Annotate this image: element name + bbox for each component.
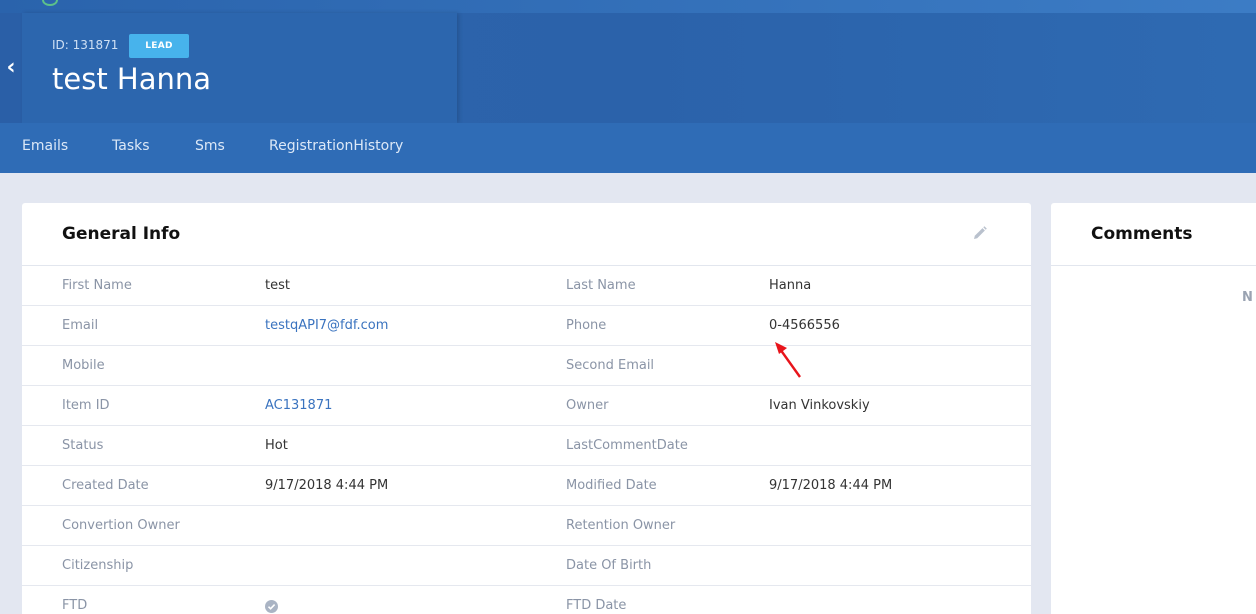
tab-emails[interactable]: Emails: [22, 138, 68, 154]
pencil-icon: [974, 226, 987, 239]
general-info-card: General Info First Name test Last Name H…: [22, 203, 1031, 614]
divider: [1051, 265, 1256, 266]
info-row-mobile: Mobile Second Email: [22, 346, 1031, 386]
comments-card: Comments N: [1051, 203, 1256, 614]
field-label: Status: [62, 438, 104, 453]
logo-icon: [42, 0, 58, 6]
field-label: LastCommentDate: [566, 438, 688, 453]
info-row-first-name: First Name test Last Name Hanna: [22, 266, 1031, 306]
info-row-created-date: Created Date 9/17/2018 4:44 PM Modified …: [22, 466, 1031, 506]
field-label: Created Date: [62, 478, 149, 493]
field-label: Mobile: [62, 358, 105, 373]
chevron-left-icon: ‹: [6, 55, 16, 80]
phone-value: 0-4566556: [769, 318, 840, 333]
field-value: Hanna: [769, 278, 812, 293]
top-bar: [0, 0, 1256, 13]
field-label: First Name: [62, 278, 132, 293]
field-value: Hot: [265, 438, 288, 453]
back-button[interactable]: ‹: [0, 13, 22, 123]
field-label: Email: [62, 318, 99, 333]
field-label: Owner: [566, 398, 609, 413]
info-row-item-id: Item ID AC131871 Owner Ivan Vinkovskiy: [22, 386, 1031, 426]
field-label: Modified Date: [566, 478, 657, 493]
field-value: test: [265, 278, 290, 293]
lead-id-panel: ID: 131871 LEAD test Hanna: [22, 13, 457, 123]
check-circle-icon: [265, 600, 278, 613]
lead-type-badge: LEAD: [129, 34, 189, 58]
info-row-ftd: FTD FTD Date: [22, 586, 1031, 614]
field-label: Last Name: [566, 278, 636, 293]
general-info-title: General Info: [62, 224, 181, 244]
info-row-status: Status Hot LastCommentDate: [22, 426, 1031, 466]
annotation-arrow-icon: [775, 342, 801, 378]
field-label: FTD: [62, 598, 88, 613]
comments-title: Comments: [1091, 224, 1193, 244]
lead-header: ‹ ID: 131871 LEAD test Hanna: [0, 13, 1256, 123]
info-row-convertion-owner: Convertion Owner Retention Owner: [22, 506, 1031, 546]
edit-button[interactable]: [971, 224, 989, 242]
field-label: Phone: [566, 318, 607, 333]
field-label: FTD Date: [566, 598, 627, 613]
tab-tasks[interactable]: Tasks: [112, 138, 150, 154]
comments-empty-text: N: [1242, 290, 1253, 305]
field-value: 9/17/2018 4:44 PM: [769, 478, 893, 493]
field-label: Retention Owner: [566, 518, 676, 533]
info-row-email: Email testqAPI7@fdf.com Phone 0-4566556: [22, 306, 1031, 346]
field-label: Convertion Owner: [62, 518, 180, 533]
field-label: Citizenship: [62, 558, 134, 573]
field-value: Ivan Vinkovskiy: [769, 398, 870, 413]
tab-bar: Emails Tasks Sms RegistrationHistory: [0, 123, 1256, 173]
field-label: Item ID: [62, 398, 110, 413]
item-id-link[interactable]: AC131871: [265, 398, 332, 413]
email-link[interactable]: testqAPI7@fdf.com: [265, 318, 388, 333]
field-label: Second Email: [566, 358, 655, 373]
tab-registration-history[interactable]: RegistrationHistory: [269, 138, 403, 154]
lead-name: test Hanna: [52, 62, 212, 96]
tab-sms[interactable]: Sms: [195, 138, 225, 154]
info-row-citizenship: Citizenship Date Of Birth: [22, 546, 1031, 586]
field-value: 9/17/2018 4:44 PM: [265, 478, 389, 493]
field-label: Date Of Birth: [566, 558, 652, 573]
lead-id: ID: 131871: [52, 38, 119, 52]
